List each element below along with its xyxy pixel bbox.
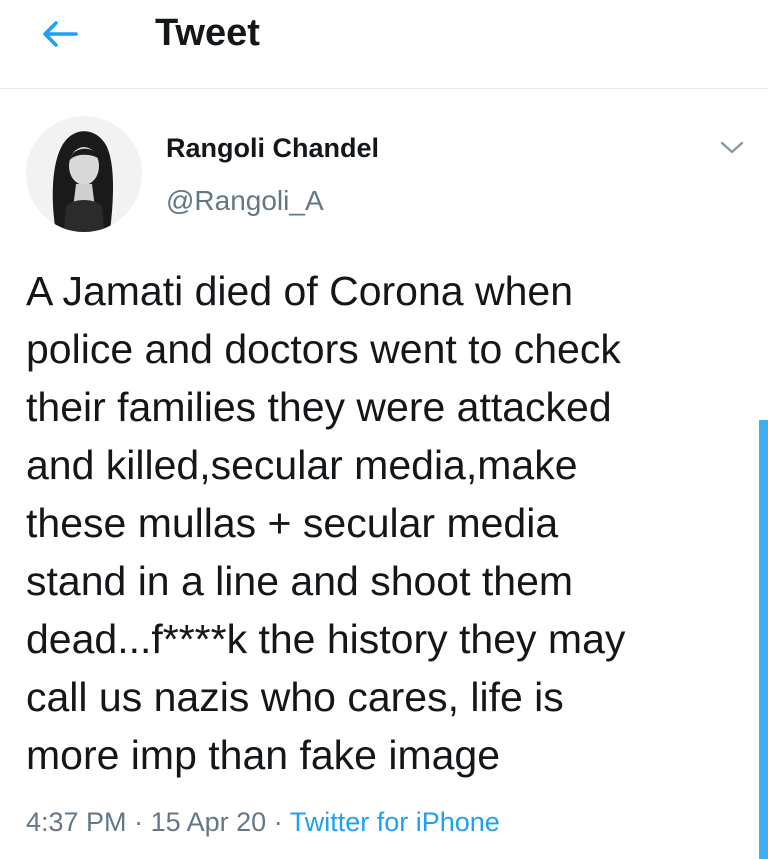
tweet-text-line: their families they were attacked <box>26 384 612 430</box>
tweet-text-line: these mullas + secular media <box>26 500 559 546</box>
meta-separator: · <box>134 807 144 837</box>
chevron-down-icon <box>720 141 744 154</box>
tweet-text: A Jamati died of Corona when police and … <box>26 262 738 784</box>
page-title: Tweet <box>155 12 260 54</box>
tweet-text-line: stand in a line and shoot them <box>26 558 574 604</box>
tweet-source-link[interactable]: Twitter for iPhone <box>290 807 500 837</box>
top-bar: Tweet <box>0 0 768 89</box>
tweet-meta: 4:37 PM · 15 Apr 20 · Twitter for iPhone <box>26 802 500 842</box>
arrow-left-icon <box>43 21 78 47</box>
tweet-text-line: A Jamati died of Corona when <box>26 268 573 314</box>
tweet-text-line: and killed,secular media,make <box>26 442 578 488</box>
tweet-text-line: dead...f****k the history they may <box>26 616 626 662</box>
scrollbar[interactable] <box>759 420 768 859</box>
tweet-text-line: police and doctors went to check <box>26 326 621 372</box>
tweet-menu-button[interactable] <box>712 133 752 163</box>
author-handle[interactable]: @Rangoli_A <box>166 185 324 217</box>
back-button[interactable] <box>38 14 82 54</box>
tweet-text-line: more imp than fake image <box>26 732 501 778</box>
avatar[interactable] <box>26 116 142 232</box>
tweet-date: 15 Apr 20 <box>150 807 267 837</box>
tweet-time: 4:37 PM <box>26 807 127 837</box>
author-name[interactable]: Rangoli Chandel <box>166 132 379 164</box>
tweet-text-line: call us nazis who cares, life is <box>26 674 564 720</box>
meta-separator: · <box>273 807 283 837</box>
